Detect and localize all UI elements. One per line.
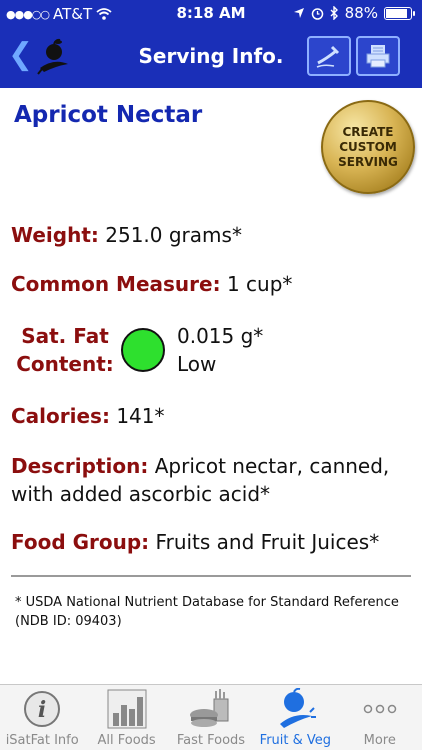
svg-text:i: i — [38, 697, 46, 723]
tab-fast-foods[interactable]: Fast Foods — [169, 685, 253, 750]
food-title: Apricot Nectar — [14, 102, 203, 128]
tab-isatfat-info[interactable]: i iSatFat Info — [0, 685, 84, 750]
info-icon: i — [24, 691, 61, 727]
location-icon — [293, 8, 304, 18]
calories-label: Calories: — [11, 404, 110, 428]
measure-value: 1 cup* — [226, 272, 293, 296]
description-label: Description: — [11, 454, 149, 478]
calories-value: 141* — [116, 404, 165, 428]
top-bar: ●●●○○ AT&T 8:18 AM 88% ❮ Serving Info. — [0, 0, 422, 88]
tab-fruit-veg[interactable]: Fruit & Veg — [253, 685, 337, 750]
satfat-amount: 0.015 g* — [177, 324, 264, 348]
more-icon — [363, 704, 396, 714]
tab-label: More — [363, 733, 396, 748]
bluetooth-icon — [330, 6, 338, 20]
edit-button[interactable] — [307, 36, 351, 76]
description-row: Description: Apricot nectar, canned, wit… — [11, 452, 416, 508]
tab-label: Fruit & Veg — [259, 733, 332, 748]
tab-bar: i iSatFat Info All Foods Fast Foods Frui… — [0, 684, 422, 750]
food-group-value: Fruits and Fruit Juices* — [155, 530, 380, 554]
footnote: * USDA National Nutrient Database for St… — [15, 595, 399, 629]
edit-icon — [316, 45, 340, 68]
tab-label: iSatFat Info — [5, 733, 79, 748]
food-group-label: Food Group: — [11, 530, 150, 554]
measure-row: Common Measure: 1 cup* — [11, 270, 292, 298]
status-bar: ●●●○○ AT&T 8:18 AM 88% — [0, 0, 422, 28]
battery-percent: 88% — [344, 4, 378, 22]
satfat-label-line1: Sat. Fat — [21, 324, 109, 348]
alarm-icon — [311, 7, 323, 20]
tab-more[interactable]: More — [338, 685, 422, 750]
status-right: 88% — [293, 4, 415, 22]
battery-icon — [384, 6, 415, 20]
measure-label: Common Measure: — [11, 272, 221, 296]
battery-fill — [386, 8, 407, 18]
print-button[interactable] — [356, 36, 400, 76]
tab-label: All Foods — [97, 733, 156, 748]
print-icon — [366, 45, 390, 68]
calories-row: Calories: 141* — [11, 402, 165, 430]
satfat-level: Low — [177, 352, 217, 376]
create-custom-serving-label: CREATE CUSTOM SERVING — [338, 124, 398, 169]
tab-label: Fast Foods — [176, 733, 246, 748]
bar-chart-icon — [107, 689, 147, 729]
food-group-row: Food Group: Fruits and Fruit Juices* — [11, 528, 379, 556]
satfat-indicator-icon — [121, 328, 165, 372]
satfat-value: 0.015 g* Low — [177, 322, 263, 378]
fruit-veg-icon — [280, 688, 317, 728]
tab-all-foods[interactable]: All Foods — [84, 685, 168, 750]
weight-row: Weight: 251.0 grams* — [11, 221, 242, 249]
fast-food-icon — [189, 689, 229, 727]
satfat-label-line2: Content: — [16, 352, 114, 376]
create-custom-serving-button[interactable]: CREATE CUSTOM SERVING — [321, 100, 415, 194]
satfat-label: Sat. Fat Content: — [14, 322, 116, 378]
weight-label: Weight: — [11, 223, 99, 247]
divider — [11, 575, 411, 577]
weight-value: 251.0 grams* — [105, 223, 242, 247]
nav-bar: ❮ Serving Info. — [0, 28, 422, 88]
